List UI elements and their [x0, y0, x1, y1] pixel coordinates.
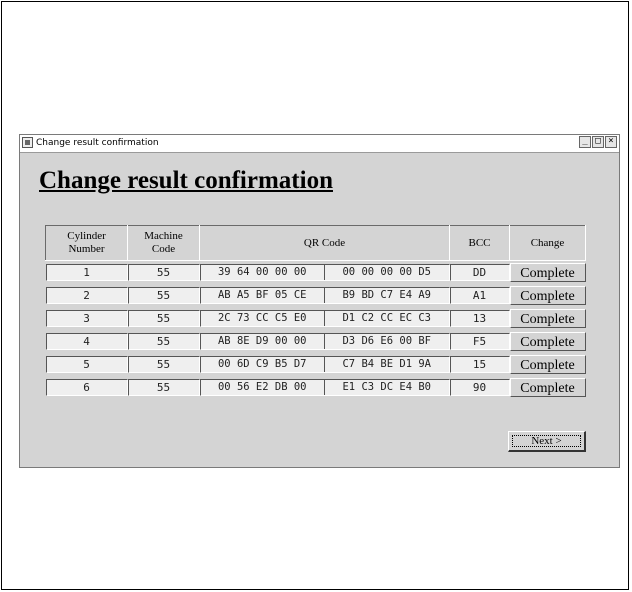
- window-title: Change result confirmation: [36, 138, 159, 148]
- cylinder-number-cell: 6: [45, 379, 128, 396]
- table-row: 4 55 AB 8E D9 00 00 D3 D6 E6 00 BF F5 Com…: [45, 330, 586, 353]
- header-cylinder-number: Cylinder Number: [45, 225, 128, 261]
- close-button[interactable]: ×: [605, 136, 617, 148]
- qr-code-left: AB 8E D9 00 00: [201, 334, 325, 349]
- qr-code-cell: AB 8E D9 00 00 D3 D6 E6 00 BF: [199, 333, 450, 350]
- cylinder-number-cell: 1: [45, 264, 128, 281]
- table-header-row: Cylinder Number Machine Code QR Code BCC…: [45, 225, 586, 261]
- table-row: 6 55 00 56 E2 DB 00 E1 C3 DC E4 B0 90 Com…: [45, 376, 586, 399]
- title-bar: Change result confirmation _ □ ×: [20, 135, 619, 153]
- qr-code-cell: 00 6D C9 B5 D7 C7 B4 BE D1 9A: [199, 356, 450, 373]
- app-icon[interactable]: [22, 137, 33, 148]
- header-machine-line2: Code: [151, 243, 176, 255]
- table-row: 5 55 00 6D C9 B5 D7 C7 B4 BE D1 9A 15 Com…: [45, 353, 586, 376]
- qr-code-right: 00 00 00 00 D5: [342, 266, 431, 278]
- bcc-cell: 15: [449, 356, 510, 373]
- change-status: Complete: [509, 378, 586, 397]
- bcc-cell: 13: [449, 310, 510, 327]
- change-status: Complete: [509, 309, 586, 328]
- table-row: 2 55 AB A5 BF 05 CE B9 BD C7 E4 A9 A1 Com…: [45, 284, 586, 307]
- dialog-window: Change result confirmation _ □ × Change …: [19, 134, 620, 468]
- window-controls: _ □ ×: [579, 136, 617, 148]
- qr-code-cell: 2C 73 CC C5 E0 D1 C2 CC EC C3: [199, 310, 450, 327]
- machine-code-cell: 55: [127, 310, 200, 327]
- page-title: Change result confirmation: [39, 167, 333, 194]
- cylinder-number-cell: 3: [45, 310, 128, 327]
- qr-code-right: C7 B4 BE D1 9A: [342, 358, 431, 370]
- qr-code-right: B9 BD C7 E4 A9: [342, 289, 431, 301]
- minimize-button[interactable]: _: [579, 136, 591, 148]
- bcc-cell: A1: [449, 287, 510, 304]
- result-table: Cylinder Number Machine Code QR Code BCC…: [45, 225, 586, 399]
- change-status: Complete: [509, 355, 586, 374]
- header-change: Change: [509, 225, 586, 261]
- header-cylinder-line2: Number: [68, 243, 105, 255]
- maximize-button[interactable]: □: [592, 136, 604, 148]
- cylinder-number-cell: 4: [45, 333, 128, 350]
- bcc-cell: 90: [449, 379, 510, 396]
- machine-code-cell: 55: [127, 333, 200, 350]
- header-machine-line1: Machine: [144, 230, 183, 242]
- table-row: 1 55 39 64 00 00 00 00 00 00 00 D5 DD Com…: [45, 261, 586, 285]
- qr-code-left: 39 64 00 00 00: [201, 265, 325, 280]
- qr-code-cell: AB A5 BF 05 CE B9 BD C7 E4 A9: [199, 287, 450, 304]
- qr-code-right: D1 C2 CC EC C3: [342, 312, 431, 324]
- qr-code-cell: 00 56 E2 DB 00 E1 C3 DC E4 B0: [199, 379, 450, 396]
- next-button-label: Next >: [531, 435, 562, 447]
- header-machine-code: Machine Code: [127, 225, 200, 261]
- qr-code-cell: 39 64 00 00 00 00 00 00 00 D5: [199, 264, 450, 281]
- cylinder-number-cell: 2: [45, 287, 128, 304]
- change-status: Complete: [509, 263, 586, 282]
- machine-code-cell: 55: [127, 264, 200, 281]
- header-qr-code: QR Code: [199, 225, 450, 261]
- next-button[interactable]: Next >: [508, 431, 586, 452]
- header-bcc: BCC: [449, 225, 510, 261]
- qr-code-left: AB A5 BF 05 CE: [201, 288, 325, 303]
- qr-code-left: 00 6D C9 B5 D7: [201, 357, 325, 372]
- change-status: Complete: [509, 332, 586, 351]
- change-status: Complete: [509, 286, 586, 305]
- machine-code-cell: 55: [127, 356, 200, 373]
- machine-code-cell: 55: [127, 379, 200, 396]
- qr-code-right: D3 D6 E6 00 BF: [342, 335, 431, 347]
- qr-code-right: E1 C3 DC E4 B0: [342, 381, 431, 393]
- header-cylinder-line1: Cylinder: [67, 230, 106, 242]
- qr-code-left: 00 56 E2 DB 00: [201, 380, 325, 395]
- bcc-cell: DD: [449, 264, 510, 281]
- bcc-cell: F5: [449, 333, 510, 350]
- table-row: 3 55 2C 73 CC C5 E0 D1 C2 CC EC C3 13 Com…: [45, 307, 586, 330]
- machine-code-cell: 55: [127, 287, 200, 304]
- qr-code-left: 2C 73 CC C5 E0: [201, 311, 325, 326]
- cylinder-number-cell: 5: [45, 356, 128, 373]
